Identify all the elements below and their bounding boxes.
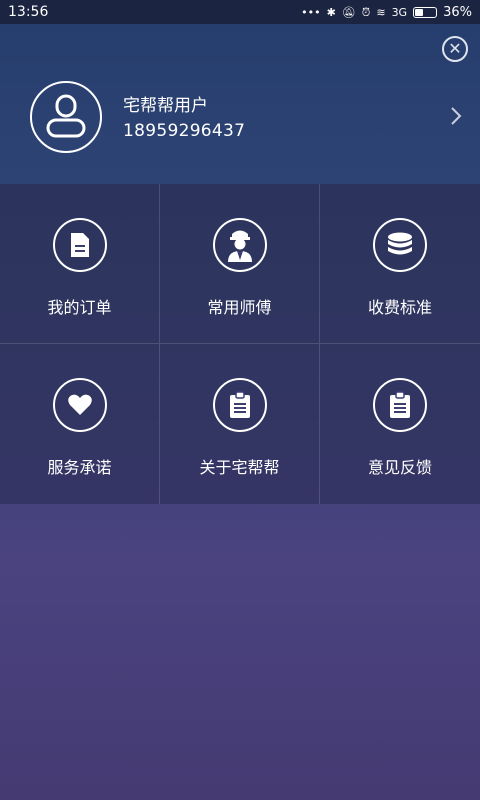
wifi-icon: ≋ bbox=[376, 5, 386, 19]
user-phone: 18959296437 bbox=[123, 121, 246, 141]
status-time: 13:56 bbox=[8, 4, 49, 20]
menu-item-label: 收费标准 bbox=[367, 298, 432, 317]
menu-item-label: 意见反馈 bbox=[367, 458, 432, 477]
status-icons: ••• ✱ 🔕︎ ⏰︎ ≋ 3G 36% bbox=[301, 5, 472, 20]
menu-item-pricing[interactable]: 收费标准 bbox=[320, 184, 480, 344]
document-icon bbox=[52, 218, 107, 272]
menu-item-label: 服务承诺 bbox=[47, 458, 112, 477]
menu-item-label: 关于宅帮帮 bbox=[199, 458, 280, 477]
avatar[interactable] bbox=[30, 81, 102, 153]
menu-item-label: 我的订单 bbox=[47, 298, 112, 317]
clipboard-icon bbox=[373, 378, 427, 432]
status-bar: 13:56 ••• ✱ 🔕︎ ⏰︎ ≋ 3G 36% bbox=[0, 0, 480, 24]
profile-header[interactable]: ✕ 宅帮帮用户 18959296437 bbox=[0, 24, 480, 184]
battery-icon bbox=[413, 6, 438, 18]
bluetooth-icon: ✱ bbox=[326, 5, 336, 19]
menu-item-favorite-workers[interactable]: 常用师傅 bbox=[160, 184, 320, 344]
menu-grid: 我的订单 常用师傅 收费标准 服务承诺 关于宅帮帮 意见反馈 bbox=[0, 184, 480, 504]
clipboard-icon bbox=[212, 378, 267, 432]
menu-item-service-promise[interactable]: 服务承诺 bbox=[0, 344, 160, 504]
heart-icon bbox=[52, 378, 107, 432]
coins-icon bbox=[373, 218, 427, 272]
battery-percent: 36% bbox=[443, 4, 472, 20]
menu-item-feedback[interactable]: 意见反馈 bbox=[320, 344, 480, 504]
menu-item-about[interactable]: 关于宅帮帮 bbox=[160, 344, 320, 504]
user-name: 宅帮帮用户 bbox=[123, 96, 208, 116]
menu-item-my-orders[interactable]: 我的订单 bbox=[0, 184, 160, 344]
close-icon[interactable]: ✕ bbox=[442, 36, 468, 62]
user-icon bbox=[46, 94, 86, 138]
cell-signal-icon: 3G bbox=[391, 5, 408, 19]
alarm-icon: ⏰︎ bbox=[361, 5, 371, 19]
mute-icon: 🔕︎ bbox=[341, 5, 356, 19]
chevron-right-icon[interactable] bbox=[444, 102, 468, 130]
worker-icon bbox=[212, 218, 267, 272]
more-icon: ••• bbox=[301, 5, 321, 19]
menu-item-label: 常用师傅 bbox=[207, 298, 272, 317]
